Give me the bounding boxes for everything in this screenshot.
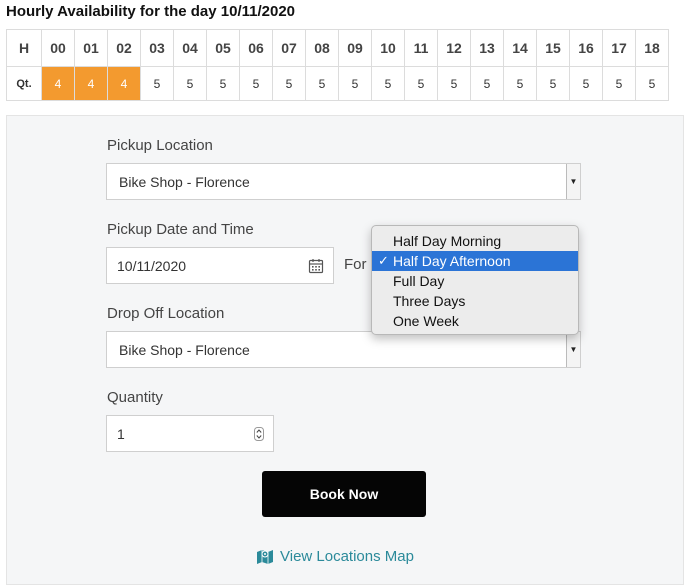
duration-option[interactable]: ✓ Half Day Afternoon	[372, 251, 578, 271]
pickup-location-value: Bike Shop - Florence	[119, 174, 250, 190]
chevron-down-icon: ▼	[566, 164, 580, 199]
hour-cell: 03	[140, 29, 174, 67]
hour-cell: 06	[239, 29, 273, 67]
hour-cell: 17	[602, 29, 636, 67]
quantity-cell: 5	[437, 66, 471, 101]
checkmark-icon: ✓	[378, 253, 389, 268]
quantity-cell: 5	[239, 66, 273, 101]
quantity-cell: 5	[569, 66, 603, 101]
quantity-header: Qt.	[6, 66, 42, 101]
pickup-date-input[interactable]: 10/11/2020	[106, 247, 334, 284]
duration-option[interactable]: Half Day Morning	[372, 231, 578, 251]
quantity-cell: 5	[305, 66, 339, 101]
dropoff-location-select[interactable]: Bike Shop - Florence ▼	[106, 331, 581, 368]
duration-option-label: One Week	[393, 313, 459, 329]
pickup-location-label: Pickup Location	[107, 137, 213, 154]
hour-cell: 04	[173, 29, 207, 67]
hour-cell: 00	[41, 29, 75, 67]
hour-header: H	[6, 29, 42, 67]
quantity-cell: 5	[173, 66, 207, 101]
hour-cell: 18	[635, 29, 669, 67]
quantity-cell: 5	[503, 66, 537, 101]
hour-cell: 16	[569, 29, 603, 67]
quantity-value: 1	[117, 426, 125, 442]
hour-cell: 13	[470, 29, 504, 67]
hour-cell: 12	[437, 29, 471, 67]
hour-cell: 09	[338, 29, 372, 67]
hour-cell: 02	[107, 29, 141, 67]
hour-cell: 11	[404, 29, 438, 67]
hours-row: H 00 01 02 03 04 05 06 07 08 09 10 11 12 13 14 15 16 17 18	[6, 29, 669, 67]
availability-table: H 00 01 02 03 04 05 06 07 08 09 10 11 12 13 14 15 16 17 18…	[6, 29, 669, 101]
duration-option[interactable]: Three Days	[372, 291, 578, 311]
hour-cell: 07	[272, 29, 306, 67]
hour-cell: 01	[74, 29, 108, 67]
duration-option-label: Half Day Afternoon	[393, 253, 511, 269]
dropoff-location-label: Drop Off Location	[107, 305, 225, 322]
quantity-cell: 5	[536, 66, 570, 101]
duration-option-label: Three Days	[393, 293, 466, 309]
quantity-cell: 5	[371, 66, 405, 101]
quantity-cell: 5	[635, 66, 669, 101]
chevron-down-icon: ▼	[566, 332, 580, 367]
duration-option-label: Half Day Morning	[393, 233, 502, 249]
quantity-cell: 5	[404, 66, 438, 101]
view-locations-map-label: View Locations Map	[280, 548, 414, 565]
quantity-label: Quantity	[107, 389, 163, 406]
hour-cell: 15	[536, 29, 570, 67]
quantity-cell: 5	[338, 66, 372, 101]
hour-cell: 05	[206, 29, 240, 67]
quantity-row: Qt. 4445555555555555555	[6, 66, 669, 101]
quantity-cell: 5	[602, 66, 636, 101]
quantity-cell: 5	[140, 66, 174, 101]
quantity-cell: 5	[272, 66, 306, 101]
pickup-date-value: 10/11/2020	[117, 258, 187, 274]
duration-option[interactable]: One Week	[372, 311, 578, 331]
duration-for-label: For	[344, 256, 367, 273]
hour-cell: 10	[371, 29, 405, 67]
quantity-cell: 5	[470, 66, 504, 101]
duration-dropdown-menu[interactable]: Half Day Morning ✓ Half Day Afternoon Full …	[371, 225, 579, 335]
map-icon	[257, 550, 273, 564]
page-title: Hourly Availability for the day 10/11/20…	[6, 3, 296, 20]
calendar-icon[interactable]	[308, 258, 324, 274]
quantity-cell: 4	[41, 66, 75, 101]
duration-option[interactable]: Full Day	[372, 271, 578, 291]
quantity-input[interactable]: 1	[106, 415, 274, 452]
hour-cell: 14	[503, 29, 537, 67]
quantity-cell: 4	[107, 66, 141, 101]
quantity-cell: 4	[74, 66, 108, 101]
pickup-location-select[interactable]: Bike Shop - Florence ▼	[106, 163, 581, 200]
dropoff-location-value: Bike Shop - Florence	[119, 342, 250, 358]
quantity-cell: 5	[206, 66, 240, 101]
duration-option-label: Full Day	[393, 273, 445, 289]
hour-cell: 08	[305, 29, 339, 67]
pickup-datetime-label: Pickup Date and Time	[107, 221, 254, 238]
view-locations-map-link[interactable]: View Locations Map	[256, 548, 414, 565]
stepper-icon[interactable]	[254, 427, 264, 441]
book-now-button[interactable]: Book Now	[262, 471, 426, 517]
